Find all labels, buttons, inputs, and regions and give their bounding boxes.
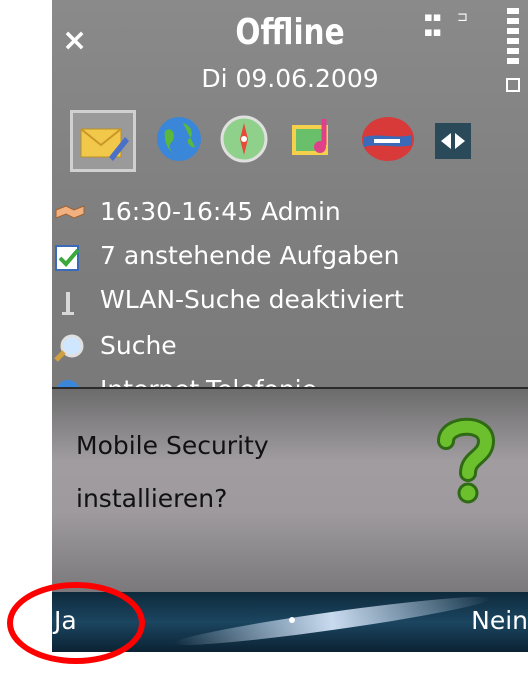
switch-icon[interactable]	[435, 115, 483, 163]
grid-icon: ▪▪ ▪▪	[424, 10, 442, 40]
wlan-icon	[54, 288, 86, 316]
softkey-decoration	[172, 592, 492, 652]
list-item-label: Suche	[100, 331, 177, 360]
no-button[interactable]: Nein	[471, 606, 528, 635]
phone-screen: × Offline Di 09.06.2009 ▪▪ ▪▪ ⊐ 16:30-16…	[52, 0, 528, 652]
question-mark-icon	[436, 417, 496, 505]
list-item-label: WLAN-Suche deaktiviert	[100, 285, 404, 314]
compass-icon[interactable]	[220, 115, 268, 163]
messaging-icon[interactable]	[70, 110, 136, 172]
shortcut-bar	[70, 110, 520, 176]
close-icon[interactable]: ×	[62, 26, 87, 56]
list-item-label: 16:30-16:45 Admin	[100, 197, 341, 226]
highlight-circle	[7, 582, 145, 664]
battery-icon	[504, 8, 522, 92]
web-globe-icon[interactable]	[155, 115, 203, 163]
handshake-icon	[54, 200, 86, 228]
connection-icon: ⊐	[457, 10, 468, 25]
chat-icon[interactable]	[360, 115, 414, 163]
date-label: Di 09.06.2009	[201, 64, 379, 93]
status-bar: × Offline Di 09.06.2009 ▪▪ ▪▪ ⊐	[52, 0, 528, 100]
tasks-icon	[54, 244, 86, 272]
search-icon	[54, 334, 86, 362]
list-item-label: 7 anstehende Aufgaben	[100, 241, 400, 270]
gallery-icon[interactable]	[290, 115, 338, 163]
softkey-dot	[289, 617, 295, 623]
dialog-message: Mobile Security installieren?	[76, 431, 269, 513]
confirmation-dialog: Mobile Security installieren?	[52, 387, 528, 594]
